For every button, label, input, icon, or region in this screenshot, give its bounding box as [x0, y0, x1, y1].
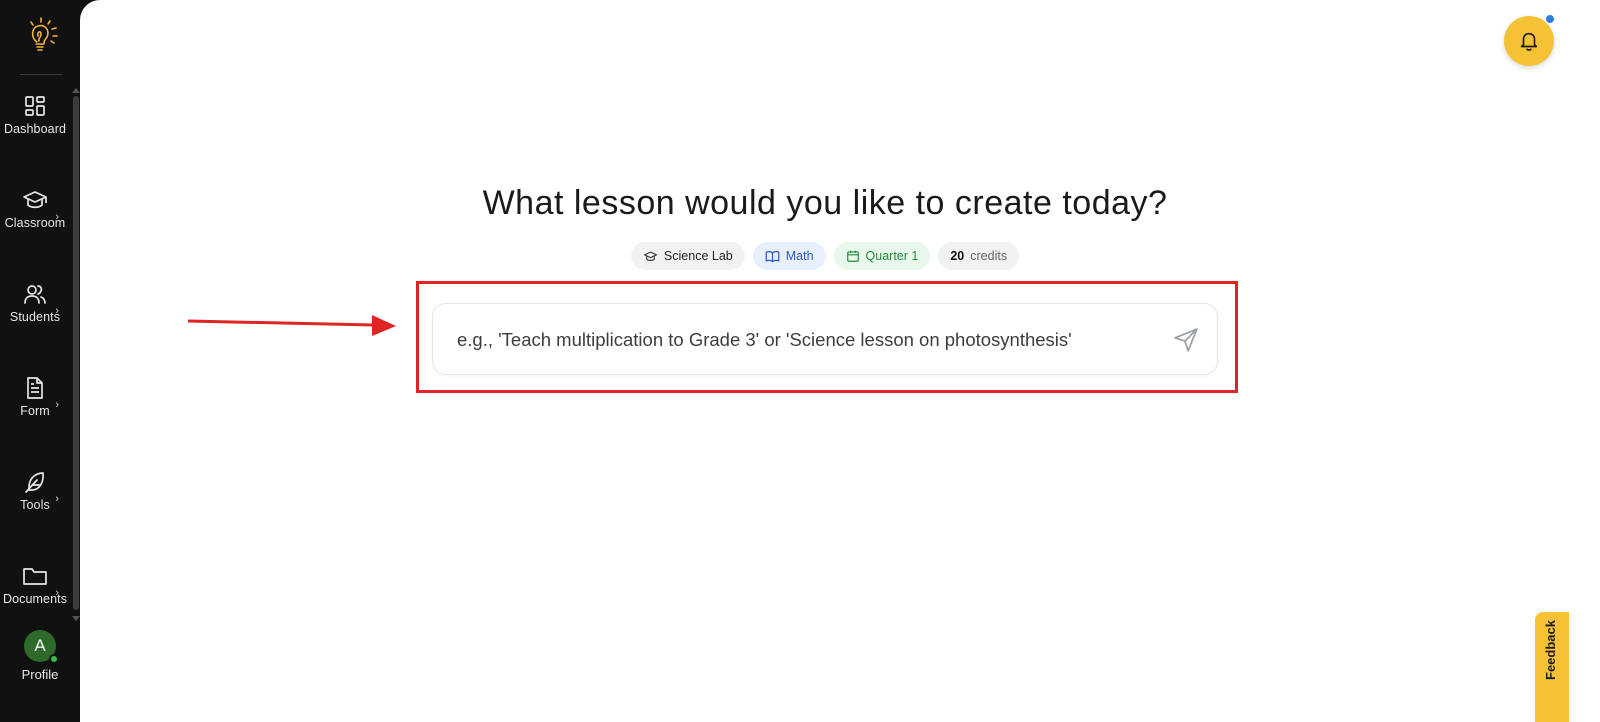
- sidebar-scrollbar[interactable]: [73, 96, 79, 610]
- sidebar-item-label: Form: [20, 404, 50, 418]
- chevron-right-icon: ›: [55, 305, 59, 317]
- sidebar: Dashboard Classroom › Students › Form › …: [0, 0, 80, 722]
- calendar-icon: [846, 250, 859, 262]
- graduation-cap-icon: [643, 251, 657, 261]
- sidebar-item-label: Students: [9, 310, 61, 324]
- sidebar-item-tools[interactable]: Tools ›: [0, 470, 70, 542]
- annotation-arrow: [188, 315, 396, 336]
- chip-label: Science Lab: [663, 249, 733, 263]
- avatar-initial: A: [34, 636, 46, 655]
- feather-icon: [25, 472, 44, 493]
- feedback-label: Feedback: [1543, 620, 1558, 680]
- credits-badge: 20 credits: [938, 242, 1020, 270]
- bell-icon: [1520, 32, 1538, 51]
- chip-label: Math: [785, 249, 814, 263]
- online-status-dot: [49, 654, 59, 664]
- lightbulb-logo-icon[interactable]: [23, 16, 61, 56]
- sidebar-item-dashboard[interactable]: Dashboard: [0, 94, 70, 166]
- scroll-up-arrow[interactable]: [72, 88, 80, 93]
- lesson-prompt-box: [432, 303, 1218, 376]
- document-icon: [27, 377, 43, 399]
- sidebar-item-students[interactable]: Students ›: [0, 282, 70, 354]
- context-chips: Science Lab Math Quarter 1 20 credits: [80, 242, 1570, 270]
- sidebar-item-classroom[interactable]: Classroom ›: [0, 188, 70, 260]
- send-button[interactable]: [1173, 327, 1199, 353]
- sidebar-item-form[interactable]: Form ›: [0, 376, 70, 448]
- lesson-prompt-input[interactable]: [457, 304, 1157, 376]
- profile-button[interactable]: A Profile: [0, 628, 80, 688]
- sidebar-item-label: Tools: [20, 498, 50, 512]
- sidebar-item-label: Documents: [2, 592, 68, 606]
- page-title: What lesson would you like to create tod…: [482, 184, 1168, 222]
- chip-subject[interactable]: Math: [752, 242, 826, 270]
- credits-label: credits: [970, 249, 1008, 263]
- dashboard-icon: [25, 96, 45, 116]
- credits-count: 20: [950, 249, 965, 263]
- notification-badge: [1545, 14, 1555, 24]
- scroll-down-arrow[interactable]: [72, 616, 80, 621]
- book-icon: [765, 250, 780, 262]
- sidebar-item-label: Classroom: [4, 216, 66, 230]
- chip-class[interactable]: Science Lab: [630, 242, 745, 270]
- sidebar-divider: [20, 74, 62, 75]
- profile-label: Profile: [21, 667, 59, 682]
- sidebar-item-label: Dashboard: [3, 122, 67, 136]
- users-icon: [24, 285, 46, 304]
- chevron-right-icon: ›: [55, 399, 59, 411]
- folder-icon: [23, 568, 47, 585]
- chip-term[interactable]: Quarter 1: [833, 242, 931, 270]
- feedback-tab[interactable]: Feedback: [1535, 612, 1569, 722]
- graduation-cap-icon: [23, 191, 47, 209]
- notifications-button[interactable]: [1504, 16, 1554, 66]
- chevron-right-icon: ›: [55, 493, 59, 505]
- chip-label: Quarter 1: [865, 249, 919, 263]
- main-panel: What lesson would you like to create tod…: [80, 0, 1600, 722]
- send-icon: [1174, 328, 1198, 352]
- avatar: A: [24, 630, 59, 664]
- chevron-right-icon: ›: [55, 211, 59, 223]
- sidebar-item-documents[interactable]: Documents ›: [0, 564, 70, 636]
- chevron-right-icon: ›: [55, 587, 59, 599]
